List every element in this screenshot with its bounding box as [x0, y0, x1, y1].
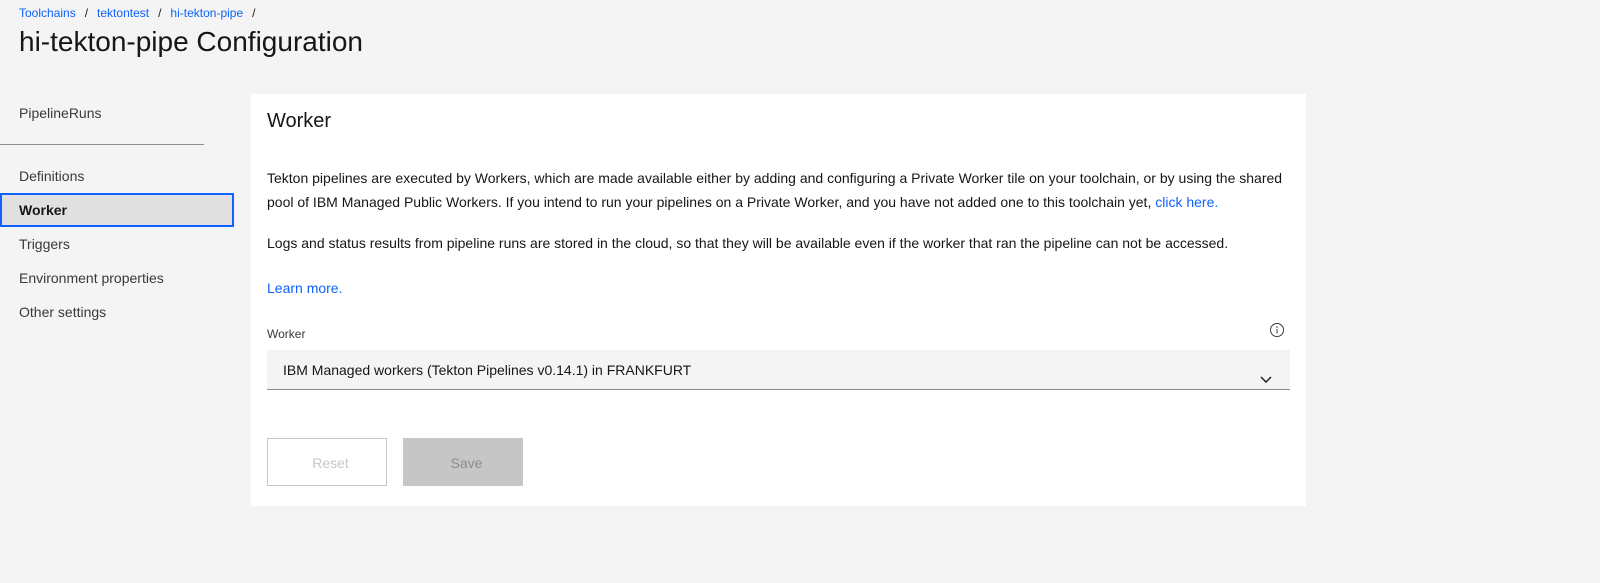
chevron-down-icon: [1258, 362, 1274, 383]
breadcrumb-separator: /: [158, 6, 162, 20]
sidebar-item-triggers[interactable]: Triggers: [0, 227, 234, 261]
breadcrumb: Toolchains / tektontest / hi-tekton-pipe…: [19, 6, 264, 20]
breadcrumb-hi-tekton-pipe[interactable]: hi-tekton-pipe: [170, 6, 243, 20]
sidebar-item-environment-properties[interactable]: Environment properties: [0, 261, 234, 295]
logs-description: Logs and status results from pipeline ru…: [267, 235, 1229, 251]
sidebar-item-pipelineruns[interactable]: PipelineRuns: [0, 96, 234, 130]
info-circle-icon[interactable]: [1269, 322, 1285, 338]
breadcrumb-separator: /: [252, 6, 256, 20]
sidebar-item-definitions[interactable]: Definitions: [0, 159, 234, 193]
reset-button[interactable]: Reset: [267, 438, 387, 486]
worker-field-label: Worker: [267, 327, 306, 341]
sidebar-divider: [0, 144, 204, 145]
sidebar: PipelineRuns Definitions Worker Triggers…: [0, 96, 234, 329]
worker-select-value: IBM Managed workers (Tekton Pipelines v0…: [283, 362, 692, 378]
breadcrumb-separator: /: [84, 6, 89, 20]
breadcrumb-tektontest[interactable]: tektontest: [97, 6, 149, 20]
panel-title: Worker: [267, 110, 332, 132]
worker-description: Tekton pipelines are executed by Workers…: [267, 166, 1287, 214]
sidebar-item-worker[interactable]: Worker: [0, 193, 234, 227]
learn-more: Learn more.: [267, 280, 342, 296]
page-title: hi-tekton-pipe Configuration: [19, 26, 363, 57]
learn-more-link[interactable]: Learn more.: [267, 280, 342, 296]
worker-select[interactable]: IBM Managed workers (Tekton Pipelines v0…: [267, 350, 1290, 390]
sidebar-item-other-settings[interactable]: Other settings: [0, 295, 234, 329]
worker-panel: Worker Tekton pipelines are executed by …: [251, 94, 1306, 506]
breadcrumb-toolchains[interactable]: Toolchains: [19, 6, 76, 20]
description-text: Tekton pipelines are executed by Workers…: [267, 170, 1283, 210]
save-button[interactable]: Save: [403, 438, 523, 486]
click-here-link[interactable]: click here.: [1155, 194, 1218, 210]
